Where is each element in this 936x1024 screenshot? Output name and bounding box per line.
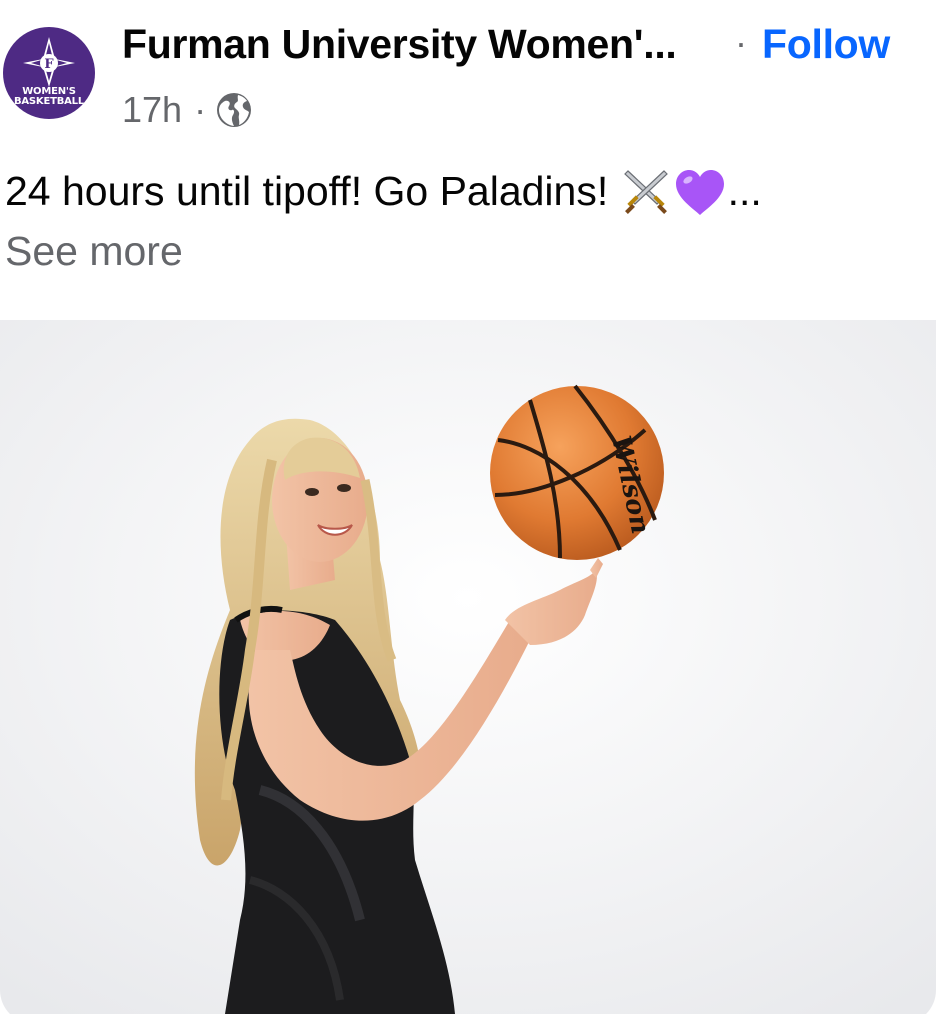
page-avatar[interactable]: F WOMEN'S BASKETBALL [3,27,95,119]
see-more-link[interactable]: See more [5,226,183,276]
crossed-swords-icon [620,167,672,215]
post-photo[interactable]: Wilson [0,320,936,1014]
post-text: 24 hours until tipoff! Go Paladins! [5,168,609,214]
post-card: F WOMEN'S BASKETBALL Furman University W… [0,0,936,1024]
player-with-basketball-photo: Wilson [0,320,936,1014]
post-message: 24 hours until tipoff! Go Paladins! ... [5,166,762,217]
name-separator: · [735,22,747,63]
page-name-link[interactable]: Furman University Women'... [122,21,677,68]
post-header: F WOMEN'S BASKETBALL Furman University W… [0,0,936,140]
text-ellipsis: ... [727,168,762,214]
logo-letter: F [44,57,54,72]
basketball: Wilson [490,384,664,560]
purple-heart-icon [672,167,728,217]
post-meta: 17h · [122,86,252,134]
avatar-line2: BASKETBALL [13,96,85,107]
meta-dot: · [194,89,207,130]
follow-button[interactable]: Follow [762,21,890,68]
globe-icon[interactable] [216,92,252,128]
timestamp-link[interactable]: 17h [122,89,182,131]
